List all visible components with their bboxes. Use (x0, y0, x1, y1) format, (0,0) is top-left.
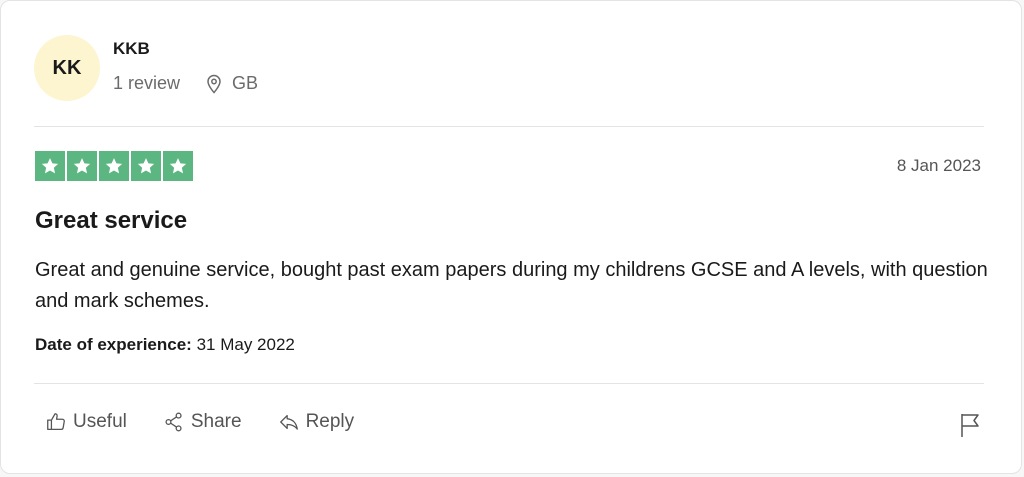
divider (34, 126, 984, 127)
review-count: 1 review (113, 73, 181, 93)
share-button[interactable]: Share (163, 411, 242, 433)
star-icon (67, 151, 97, 181)
star-icon (99, 151, 129, 181)
review-title: Great service (35, 207, 188, 234)
reviewer-name[interactable]: KKB (113, 39, 150, 59)
star-icon (35, 151, 65, 181)
reply-label: Reply (305, 411, 355, 432)
review-actions: Useful Share Reply (45, 411, 390, 433)
review-card: KK KKB 1 review GB 8 Jan 2023 Great serv… (0, 0, 1022, 474)
star-icon (163, 151, 193, 181)
avatar[interactable]: KK (34, 35, 100, 101)
reply-icon (279, 414, 298, 430)
experience-label: Date of experience: (35, 335, 192, 354)
date-of-experience: Date of experience: 31 May 2022 (35, 335, 295, 355)
divider (34, 383, 984, 384)
star-icon (131, 151, 161, 181)
flag-icon (961, 414, 979, 437)
reviewer-location: GB (206, 73, 258, 94)
avatar-initials: KK (52, 56, 82, 79)
star-rating (35, 151, 193, 181)
reviewer-meta: 1 review GB (113, 73, 258, 94)
flag-button[interactable] (959, 412, 981, 443)
location-label: GB (232, 73, 259, 93)
share-label: Share (190, 411, 242, 432)
thumbs-up-icon (47, 413, 65, 430)
location-pin-icon (207, 74, 221, 94)
reply-button[interactable]: Reply (278, 411, 355, 433)
review-date: 8 Jan 2023 (896, 156, 981, 175)
useful-button[interactable]: Useful (45, 411, 127, 433)
experience-date: 31 May 2022 (196, 335, 295, 354)
share-icon (165, 412, 182, 432)
review-body: Great and genuine service, bought past e… (35, 259, 988, 312)
useful-label: Useful (73, 411, 127, 432)
